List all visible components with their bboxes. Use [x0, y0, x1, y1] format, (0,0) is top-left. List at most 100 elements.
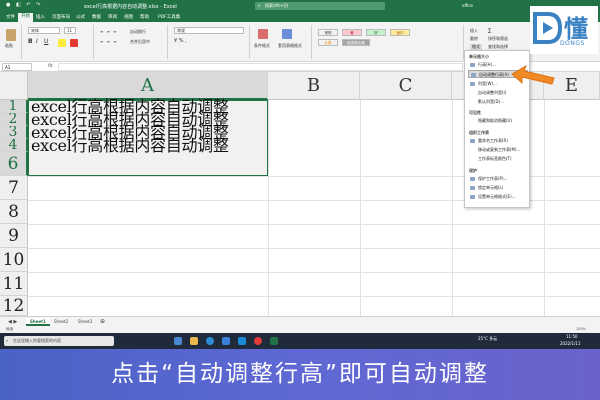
- row-header-1[interactable]: 1: [0, 100, 28, 113]
- tab-pdf-tools[interactable]: PDF工具集: [158, 14, 180, 20]
- align-left-buttons[interactable]: ≡ ≡ ≡: [100, 39, 118, 44]
- style-normal[interactable]: 常规: [318, 29, 338, 36]
- sheet-nav-arrows[interactable]: ◀ ▶: [4, 318, 21, 326]
- user-name[interactable]: office: [462, 3, 473, 8]
- clock-time[interactable]: 11:50: [566, 334, 578, 339]
- insert-cells-button[interactable]: 插入: [470, 28, 478, 34]
- menu-section-cell-size: 单元格大小: [469, 54, 489, 59]
- italic-button[interactable]: I: [36, 38, 38, 45]
- align-top-buttons[interactable]: ≡ ≡ ≡: [100, 29, 118, 34]
- font-color-icon[interactable]: [70, 39, 78, 47]
- font-size-select[interactable]: 11: [64, 27, 76, 34]
- menu-item-protect-sheet[interactable]: 保护工作表(P)...: [468, 175, 528, 183]
- font-name-select[interactable]: 宋体: [28, 27, 60, 34]
- taskbar-search-text: 在这里输入你要搜索的内容: [13, 338, 61, 343]
- row-header-2[interactable]: 2: [0, 113, 28, 126]
- quick-access-toolbar[interactable]: ● ◧ ↶ ↷: [6, 2, 42, 8]
- tab-page-layout[interactable]: 页面布局: [52, 14, 70, 20]
- menu-item-move-copy-sheet[interactable]: 移动或复制工作表(M)...: [468, 146, 528, 154]
- style-calculation[interactable]: 计算: [318, 39, 338, 46]
- row-header-11[interactable]: 11: [0, 272, 28, 296]
- merge-center-button[interactable]: 合并后居中: [130, 39, 150, 45]
- grid-line: [268, 100, 269, 316]
- protect-icon: [470, 177, 475, 181]
- style-neutral[interactable]: 适中: [390, 29, 410, 36]
- format-cells-icon: [470, 195, 475, 199]
- logo-subtext: DONGS: [560, 40, 585, 47]
- menu-item-format-cells[interactable]: 设置单元格格式(E)...: [468, 193, 528, 201]
- row-header-6[interactable]: 6: [0, 152, 28, 176]
- row-header-4[interactable]: 4: [0, 139, 28, 152]
- menu-item-hide-unhide[interactable]: 隐藏和取消隐藏(U): [468, 117, 528, 125]
- weather-text[interactable]: 25°C 多云: [478, 336, 497, 342]
- file-explorer-icon[interactable]: [190, 337, 198, 345]
- format-table-icon[interactable]: [282, 29, 292, 39]
- style-bad[interactable]: 差: [342, 29, 362, 36]
- mail-icon[interactable]: [238, 337, 246, 345]
- underline-button[interactable]: U: [44, 38, 48, 45]
- conditional-format-icon[interactable]: [258, 29, 268, 39]
- select-all-corner[interactable]: [0, 72, 28, 100]
- fill-color-icon[interactable]: [58, 39, 66, 47]
- menu-item-default-width[interactable]: 默认列宽(D)...: [468, 98, 528, 106]
- cell-a4[interactable]: excel行高根据内容自动调整: [31, 138, 229, 154]
- style-good[interactable]: 好: [366, 29, 386, 36]
- tab-insert[interactable]: 插入: [36, 14, 45, 20]
- sheet-tab-2[interactable]: Sheet2: [50, 318, 72, 326]
- app-icon[interactable]: [254, 337, 262, 345]
- row-header-12[interactable]: 12: [0, 296, 28, 316]
- search-box[interactable]: ⌕ 搜索(Alt+Q): [255, 2, 385, 10]
- windows-taskbar: ⌕ 在这里输入你要搜索的内容 25°C 多云 11:50 2022/1/11: [0, 333, 600, 349]
- logo-mark-icon: [533, 12, 562, 44]
- column-header-c[interactable]: C: [360, 72, 452, 100]
- lock-icon: [470, 186, 475, 190]
- paste-button[interactable]: 粘贴: [5, 43, 13, 49]
- name-box[interactable]: A1: [2, 63, 32, 71]
- wrap-text-button[interactable]: 自动换行: [130, 29, 146, 35]
- style-check-cell[interactable]: 检查单元格: [342, 39, 370, 46]
- row-header-10[interactable]: 10: [0, 248, 28, 272]
- tab-view[interactable]: 视图: [124, 14, 133, 20]
- sheet-tab-3[interactable]: Sheet3: [74, 318, 96, 326]
- bold-button[interactable]: B: [28, 38, 33, 45]
- grid-line: [544, 100, 545, 316]
- edge-icon[interactable]: [206, 337, 214, 345]
- column-header-a[interactable]: A: [28, 72, 268, 100]
- sort-filter-button[interactable]: 排序和筛选: [488, 36, 508, 42]
- status-bar: 就绪 100%: [0, 326, 600, 333]
- sheet-tab-1[interactable]: Sheet1: [26, 318, 50, 326]
- store-icon[interactable]: [222, 337, 230, 345]
- number-format-select[interactable]: 常规: [174, 27, 244, 34]
- grid-line: [28, 248, 600, 249]
- tab-formulas[interactable]: 公式: [76, 14, 85, 20]
- autosum-button[interactable]: ∑: [488, 28, 491, 34]
- row-header-3[interactable]: 3: [0, 126, 28, 139]
- menu-item-lock-cell[interactable]: 锁定单元格(L): [468, 184, 528, 192]
- clock-date[interactable]: 2022/1/11: [560, 341, 581, 346]
- grid-line: [28, 224, 600, 225]
- column-header-b[interactable]: B: [268, 72, 360, 100]
- delete-cells-button[interactable]: 删除: [470, 36, 478, 42]
- zoom-level[interactable]: 100%: [576, 327, 586, 331]
- formula-input[interactable]: [58, 63, 463, 71]
- fx-icon[interactable]: fx: [48, 63, 53, 69]
- format-table-button[interactable]: 套用表格格式: [278, 43, 310, 49]
- paste-icon[interactable]: [6, 29, 16, 41]
- taskbar-search[interactable]: ⌕ 在这里输入你要搜索的内容: [4, 336, 114, 346]
- row-header-8[interactable]: 8: [0, 200, 28, 224]
- menu-item-rename-sheet[interactable]: 重命名工作表(R): [468, 137, 528, 145]
- task-view-icon[interactable]: [174, 337, 182, 345]
- row-header-9[interactable]: 9: [0, 224, 28, 248]
- tab-file[interactable]: 文件: [6, 14, 15, 20]
- tab-help[interactable]: 帮助: [140, 14, 149, 20]
- menu-item-tab-color[interactable]: 工作表标签颜色(T): [468, 155, 528, 163]
- excel-icon[interactable]: [270, 337, 278, 345]
- tab-review[interactable]: 审阅: [108, 14, 117, 20]
- row-header-7[interactable]: 7: [0, 176, 28, 200]
- tab-data[interactable]: 数据: [92, 14, 101, 20]
- menu-section-protection: 保护: [469, 168, 477, 173]
- conditional-format-button[interactable]: 条件格式: [254, 43, 270, 49]
- add-sheet-icon[interactable]: ⊕: [96, 318, 109, 326]
- tab-home[interactable]: 开始: [18, 13, 33, 22]
- currency-button[interactable]: ¥ % ,: [174, 38, 187, 44]
